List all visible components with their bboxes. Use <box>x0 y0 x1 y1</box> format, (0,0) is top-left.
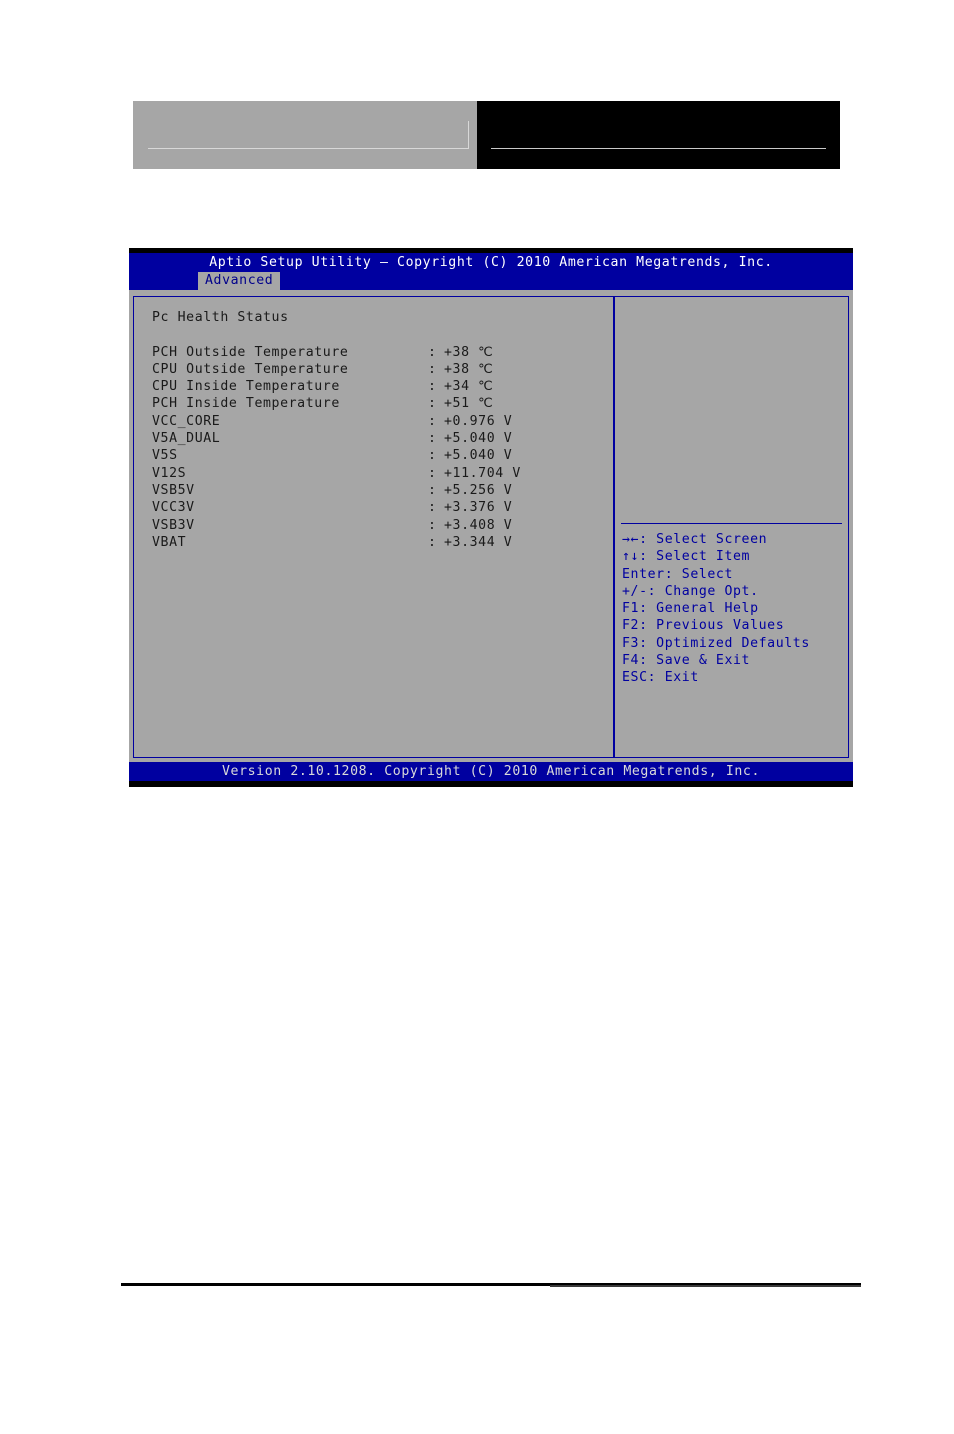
sensor-reading-row: PCH Outside Temperature: +38 ℃ <box>152 344 613 361</box>
help-key-item: F4: Save & Exit <box>622 653 751 669</box>
sensor-value: +34 ℃ <box>444 379 494 395</box>
section-title: Pc Health Status <box>152 310 289 325</box>
sensor-separator: : <box>428 361 437 377</box>
sensor-label: V5S <box>152 448 178 464</box>
help-key-item: →←: Select Screen <box>622 532 768 547</box>
help-key-item: F1: General Help <box>622 601 759 617</box>
sensor-label: PCH Outside Temperature <box>152 344 349 360</box>
sensor-label: PCH Inside Temperature <box>152 396 340 412</box>
help-key-item: F3: Optimized Defaults <box>622 635 810 651</box>
bios-body: Pc Health Status PCH Outside Temperature… <box>129 290 853 762</box>
sensor-reading-row: V5A_DUAL: +5.040 V <box>152 430 613 447</box>
sensor-separator: : <box>428 413 437 429</box>
sensor-label: V12S <box>152 465 187 481</box>
help-key-list: →←: Select Screen ↑↓: Select Item Enter: S… <box>622 531 810 687</box>
sensor-separator: : <box>428 448 437 464</box>
sensor-value: +0.976 V <box>444 413 513 429</box>
sensor-value: +11.704 V <box>444 465 521 481</box>
black-banner-block <box>477 101 840 169</box>
sensor-separator: : <box>428 379 437 395</box>
page-bottom-rule-accent <box>550 1285 861 1287</box>
settings-panel: Pc Health Status PCH Outside Temperature… <box>133 296 615 758</box>
sensor-reading-row: VCC3V: +3.376 V <box>152 499 613 516</box>
tab-advanced[interactable]: Advanced <box>198 272 281 290</box>
sensor-separator: : <box>428 396 437 412</box>
sensor-separator: : <box>428 431 437 447</box>
help-key-item: ESC: Exit <box>622 670 699 686</box>
sensor-label: CPU Outside Temperature <box>152 361 349 377</box>
sensor-reading-row: PCH Inside Temperature: +51 ℃ <box>152 395 613 412</box>
help-separator <box>621 523 842 524</box>
sensor-label: VCC_CORE <box>152 413 221 429</box>
sensor-value: +3.344 V <box>444 534 513 550</box>
sensor-reading-row: CPU Inside Temperature: +34 ℃ <box>152 378 613 395</box>
sensor-separator: : <box>428 344 437 360</box>
sensor-separator: : <box>428 465 437 481</box>
sensor-separator: : <box>428 500 437 516</box>
header-decoration-row <box>133 101 840 169</box>
help-key-item: F2: Previous Values <box>622 618 785 634</box>
sensor-label: VCC3V <box>152 500 195 516</box>
sensor-reading-row: VBAT: +3.344 V <box>152 534 613 551</box>
sensor-value: +3.376 V <box>444 500 513 516</box>
sensor-value: +5.256 V <box>444 482 513 498</box>
bios-setup-window: Aptio Setup Utility – Copyright (C) 2010… <box>129 248 853 787</box>
bios-tab-bar: Advanced <box>129 272 853 290</box>
sensor-label: VSB5V <box>152 482 195 498</box>
gray-banner-block <box>133 101 477 169</box>
sensor-separator: : <box>428 534 437 550</box>
bios-title-bar: Aptio Setup Utility – Copyright (C) 2010… <box>129 253 853 272</box>
sensor-value: +3.408 V <box>444 517 513 533</box>
help-key-item: ↑↓: Select Item <box>622 549 751 565</box>
black-banner-underline <box>491 148 826 149</box>
sensor-reading-row: V5S: +5.040 V <box>152 447 613 464</box>
bios-footer-bar: Version 2.10.1208. Copyright (C) 2010 Am… <box>129 762 853 781</box>
sensor-value: +51 ℃ <box>444 396 494 412</box>
sensor-value: +5.040 V <box>444 448 513 464</box>
sensor-separator: : <box>428 482 437 498</box>
sensor-value: +38 ℃ <box>444 361 494 377</box>
sensor-reading-row: CPU Outside Temperature: +38 ℃ <box>152 361 613 378</box>
window-bottom-strip <box>129 781 853 787</box>
sensor-reading-row: V12S: +11.704 V <box>152 465 613 482</box>
gray-banner-underline <box>148 148 469 149</box>
sensor-label: V5A_DUAL <box>152 431 221 447</box>
sensor-reading-row: VSB3V: +3.408 V <box>152 517 613 534</box>
sensor-value: +5.040 V <box>444 431 513 447</box>
help-panel: →←: Select Screen ↑↓: Select Item Enter: S… <box>615 296 849 758</box>
gray-banner-edge-line <box>468 121 469 149</box>
sensor-reading-row: VSB5V: +5.256 V <box>152 482 613 499</box>
sensor-separator: : <box>428 517 437 533</box>
sensor-label: VSB3V <box>152 517 195 533</box>
help-key-item: +/-: Change Opt. <box>622 583 759 599</box>
sensor-value: +38 ℃ <box>444 344 494 360</box>
readings-list: PCH Outside Temperature: +38 ℃ CPU Outside… <box>152 344 613 552</box>
sensor-label: CPU Inside Temperature <box>152 379 340 395</box>
sensor-reading-row: VCC_CORE: +0.976 V <box>152 413 613 430</box>
sensor-label: VBAT <box>152 534 187 550</box>
help-key-item: Enter: Select <box>622 566 734 582</box>
